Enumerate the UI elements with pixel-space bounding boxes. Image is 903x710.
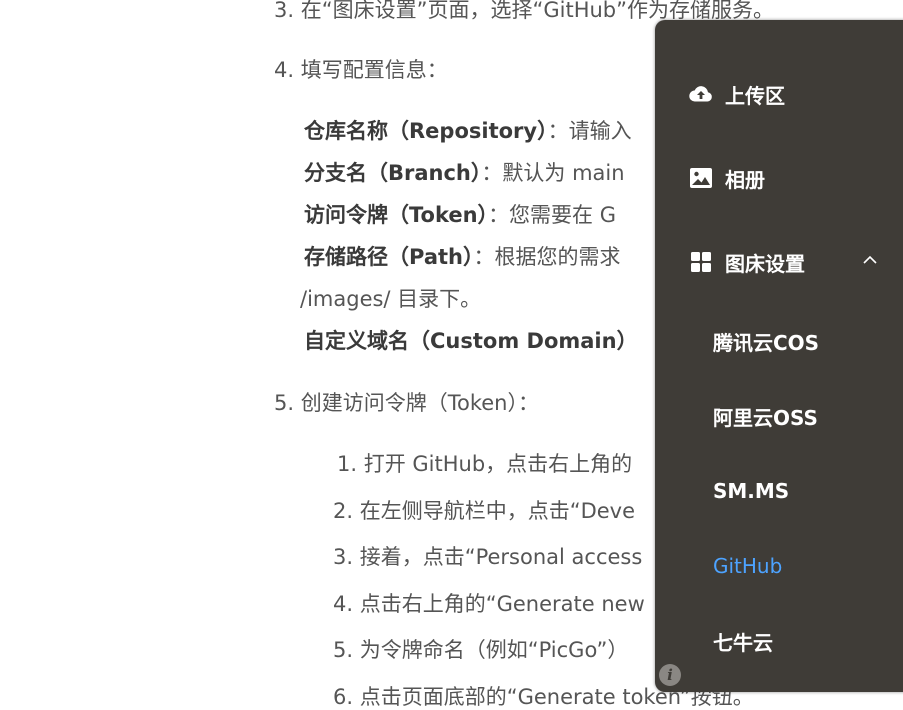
field-custom-domain: 自定义域名（Custom Domain） <box>304 329 638 353</box>
menu-item-image-host-settings-label: 图床设置 <box>725 251 805 276</box>
menu-item-upload[interactable]: 上传区 <box>655 74 895 114</box>
field-path-desc: ：根据您的需求 <box>473 245 621 269</box>
field-token: 访问令牌（Token）：您需要在 G <box>304 202 616 228</box>
step-4-text: 4. 填写配置信息： <box>274 58 448 82</box>
substep-5: 5. 为令牌命名（例如“PicGo”） <box>333 638 629 662</box>
menu-item-album[interactable]: 相册 <box>655 158 895 198</box>
field-token-desc: ：您需要在 G <box>488 203 617 227</box>
subitem-smms[interactable]: SM.MS <box>713 473 789 509</box>
info-icon[interactable]: i <box>659 664 681 686</box>
field-branch: 分支名（Branch）：默认为 main <box>304 160 625 186</box>
menu-item-upload-label: 上传区 <box>725 83 785 108</box>
path-continuation: /images/ 目录下。 <box>300 287 482 311</box>
subitem-aliyun-oss[interactable]: 阿里云OSS <box>713 398 818 434</box>
field-path: 存储路径（Path）：根据您的需求 <box>304 244 621 270</box>
field-path-name: 存储路径（Path） <box>304 245 474 269</box>
field-repository-desc: ：请输入 <box>547 119 632 143</box>
field-token-name: 访问令牌（Token） <box>304 203 489 227</box>
substep-1: 1. 打开 GitHub，点击右上角的 <box>337 452 633 476</box>
step-5-text: 5. 创建访问令牌（Token）： <box>274 391 539 415</box>
cloud-upload-icon <box>689 82 713 106</box>
image-icon <box>689 166 713 190</box>
chevron-up-icon[interactable] <box>860 240 880 280</box>
field-branch-name: 分支名（Branch） <box>304 161 482 185</box>
grid-icon <box>689 250 713 274</box>
subitem-github[interactable]: GitHub <box>713 548 782 584</box>
side-menu: 上传区 相册 图床设置 腾讯云COS 阿里云OSS SM.MS GitHub 七… <box>655 20 903 692</box>
substep-4: 4. 点击右上角的“Generate new <box>333 592 645 616</box>
subitem-qiniu[interactable]: 七牛云 <box>713 623 773 659</box>
subitem-tencent-cos[interactable]: 腾讯云COS <box>713 323 819 359</box>
field-branch-desc: ：默认为 main <box>481 161 625 185</box>
substep-2: 2. 在左侧导航栏中，点击“Deve <box>333 499 636 523</box>
substep-3: 3. 接着，点击“Personal access <box>333 545 643 569</box>
field-repository-name: 仓库名称（Repository） <box>304 119 548 143</box>
field-repository: 仓库名称（Repository）：请输入 <box>304 118 632 144</box>
menu-item-album-label: 相册 <box>725 167 765 192</box>
menu-item-image-host-settings[interactable]: 图床设置 <box>655 242 895 282</box>
